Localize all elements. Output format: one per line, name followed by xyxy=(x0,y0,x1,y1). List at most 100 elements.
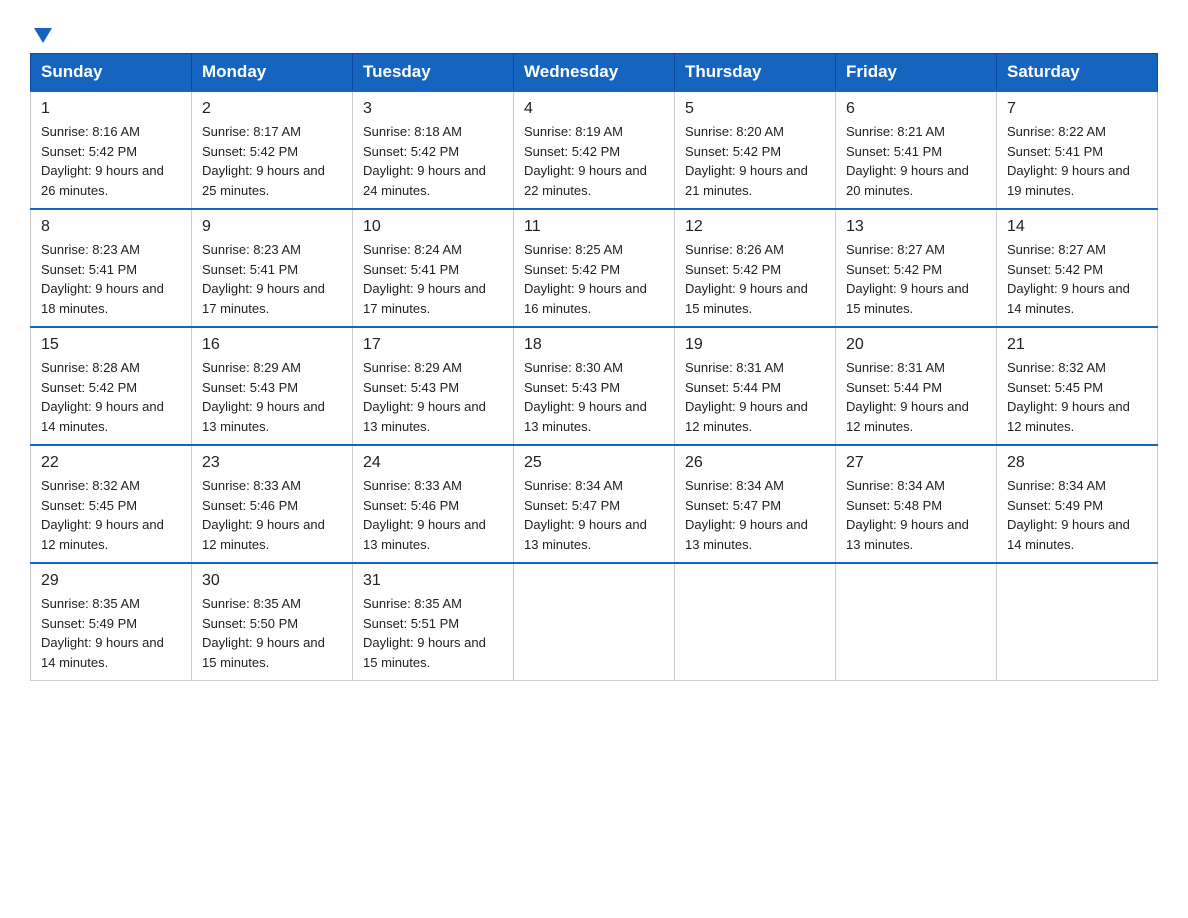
day-info: Sunrise: 8:34 AMSunset: 5:48 PMDaylight:… xyxy=(846,478,969,552)
weekday-header-friday: Friday xyxy=(836,54,997,92)
day-number: 4 xyxy=(524,100,664,118)
day-info: Sunrise: 8:35 AMSunset: 5:51 PMDaylight:… xyxy=(363,596,486,670)
day-number: 30 xyxy=(202,572,342,590)
day-number: 24 xyxy=(363,454,503,472)
weekday-header-tuesday: Tuesday xyxy=(353,54,514,92)
day-number: 29 xyxy=(41,572,181,590)
calendar-day-cell: 11 Sunrise: 8:25 AMSunset: 5:42 PMDaylig… xyxy=(514,209,675,327)
logo-triangle-icon xyxy=(34,28,52,43)
calendar-day-cell: 9 Sunrise: 8:23 AMSunset: 5:41 PMDayligh… xyxy=(192,209,353,327)
calendar-empty-cell xyxy=(675,563,836,681)
calendar-day-cell: 17 Sunrise: 8:29 AMSunset: 5:43 PMDaylig… xyxy=(353,327,514,445)
weekday-header-thursday: Thursday xyxy=(675,54,836,92)
day-number: 10 xyxy=(363,218,503,236)
day-info: Sunrise: 8:20 AMSunset: 5:42 PMDaylight:… xyxy=(685,124,808,198)
day-info: Sunrise: 8:21 AMSunset: 5:41 PMDaylight:… xyxy=(846,124,969,198)
calendar-week-row: 1 Sunrise: 8:16 AMSunset: 5:42 PMDayligh… xyxy=(31,91,1158,209)
calendar-week-row: 29 Sunrise: 8:35 AMSunset: 5:49 PMDaylig… xyxy=(31,563,1158,681)
calendar-day-cell: 13 Sunrise: 8:27 AMSunset: 5:42 PMDaylig… xyxy=(836,209,997,327)
day-info: Sunrise: 8:29 AMSunset: 5:43 PMDaylight:… xyxy=(202,360,325,434)
calendar-day-cell: 18 Sunrise: 8:30 AMSunset: 5:43 PMDaylig… xyxy=(514,327,675,445)
day-number: 9 xyxy=(202,218,342,236)
calendar-day-cell: 21 Sunrise: 8:32 AMSunset: 5:45 PMDaylig… xyxy=(997,327,1158,445)
day-number: 13 xyxy=(846,218,986,236)
day-info: Sunrise: 8:33 AMSunset: 5:46 PMDaylight:… xyxy=(202,478,325,552)
day-number: 23 xyxy=(202,454,342,472)
weekday-header-wednesday: Wednesday xyxy=(514,54,675,92)
day-info: Sunrise: 8:17 AMSunset: 5:42 PMDaylight:… xyxy=(202,124,325,198)
day-info: Sunrise: 8:29 AMSunset: 5:43 PMDaylight:… xyxy=(363,360,486,434)
calendar-day-cell: 29 Sunrise: 8:35 AMSunset: 5:49 PMDaylig… xyxy=(31,563,192,681)
calendar-day-cell: 31 Sunrise: 8:35 AMSunset: 5:51 PMDaylig… xyxy=(353,563,514,681)
day-number: 17 xyxy=(363,336,503,354)
day-info: Sunrise: 8:35 AMSunset: 5:50 PMDaylight:… xyxy=(202,596,325,670)
day-number: 5 xyxy=(685,100,825,118)
day-info: Sunrise: 8:35 AMSunset: 5:49 PMDaylight:… xyxy=(41,596,164,670)
calendar-day-cell: 4 Sunrise: 8:19 AMSunset: 5:42 PMDayligh… xyxy=(514,91,675,209)
day-number: 1 xyxy=(41,100,181,118)
weekday-header-monday: Monday xyxy=(192,54,353,92)
calendar-day-cell: 7 Sunrise: 8:22 AMSunset: 5:41 PMDayligh… xyxy=(997,91,1158,209)
calendar-day-cell: 16 Sunrise: 8:29 AMSunset: 5:43 PMDaylig… xyxy=(192,327,353,445)
calendar-week-row: 22 Sunrise: 8:32 AMSunset: 5:45 PMDaylig… xyxy=(31,445,1158,563)
day-info: Sunrise: 8:33 AMSunset: 5:46 PMDaylight:… xyxy=(363,478,486,552)
day-info: Sunrise: 8:27 AMSunset: 5:42 PMDaylight:… xyxy=(1007,242,1130,316)
page-header xyxy=(30,20,1158,43)
day-number: 11 xyxy=(524,218,664,236)
calendar-day-cell: 19 Sunrise: 8:31 AMSunset: 5:44 PMDaylig… xyxy=(675,327,836,445)
day-info: Sunrise: 8:16 AMSunset: 5:42 PMDaylight:… xyxy=(41,124,164,198)
calendar-day-cell: 10 Sunrise: 8:24 AMSunset: 5:41 PMDaylig… xyxy=(353,209,514,327)
day-number: 15 xyxy=(41,336,181,354)
calendar-day-cell: 22 Sunrise: 8:32 AMSunset: 5:45 PMDaylig… xyxy=(31,445,192,563)
calendar-day-cell: 25 Sunrise: 8:34 AMSunset: 5:47 PMDaylig… xyxy=(514,445,675,563)
day-number: 26 xyxy=(685,454,825,472)
calendar-day-cell: 12 Sunrise: 8:26 AMSunset: 5:42 PMDaylig… xyxy=(675,209,836,327)
calendar-empty-cell xyxy=(836,563,997,681)
day-info: Sunrise: 8:34 AMSunset: 5:47 PMDaylight:… xyxy=(685,478,808,552)
calendar-day-cell: 27 Sunrise: 8:34 AMSunset: 5:48 PMDaylig… xyxy=(836,445,997,563)
day-number: 8 xyxy=(41,218,181,236)
logo xyxy=(30,20,52,43)
day-number: 31 xyxy=(363,572,503,590)
calendar-day-cell: 24 Sunrise: 8:33 AMSunset: 5:46 PMDaylig… xyxy=(353,445,514,563)
weekday-header-saturday: Saturday xyxy=(997,54,1158,92)
calendar-week-row: 8 Sunrise: 8:23 AMSunset: 5:41 PMDayligh… xyxy=(31,209,1158,327)
day-number: 22 xyxy=(41,454,181,472)
day-info: Sunrise: 8:23 AMSunset: 5:41 PMDaylight:… xyxy=(41,242,164,316)
calendar-day-cell: 3 Sunrise: 8:18 AMSunset: 5:42 PMDayligh… xyxy=(353,91,514,209)
calendar-day-cell: 5 Sunrise: 8:20 AMSunset: 5:42 PMDayligh… xyxy=(675,91,836,209)
day-number: 16 xyxy=(202,336,342,354)
day-info: Sunrise: 8:28 AMSunset: 5:42 PMDaylight:… xyxy=(41,360,164,434)
calendar-day-cell: 2 Sunrise: 8:17 AMSunset: 5:42 PMDayligh… xyxy=(192,91,353,209)
day-info: Sunrise: 8:22 AMSunset: 5:41 PMDaylight:… xyxy=(1007,124,1130,198)
day-info: Sunrise: 8:24 AMSunset: 5:41 PMDaylight:… xyxy=(363,242,486,316)
day-info: Sunrise: 8:19 AMSunset: 5:42 PMDaylight:… xyxy=(524,124,647,198)
day-number: 7 xyxy=(1007,100,1147,118)
day-info: Sunrise: 8:23 AMSunset: 5:41 PMDaylight:… xyxy=(202,242,325,316)
calendar-table: SundayMondayTuesdayWednesdayThursdayFrid… xyxy=(30,53,1158,681)
calendar-day-cell: 1 Sunrise: 8:16 AMSunset: 5:42 PMDayligh… xyxy=(31,91,192,209)
day-number: 2 xyxy=(202,100,342,118)
calendar-week-row: 15 Sunrise: 8:28 AMSunset: 5:42 PMDaylig… xyxy=(31,327,1158,445)
weekday-header-row: SundayMondayTuesdayWednesdayThursdayFrid… xyxy=(31,54,1158,92)
calendar-day-cell: 8 Sunrise: 8:23 AMSunset: 5:41 PMDayligh… xyxy=(31,209,192,327)
day-number: 21 xyxy=(1007,336,1147,354)
day-number: 19 xyxy=(685,336,825,354)
day-info: Sunrise: 8:34 AMSunset: 5:49 PMDaylight:… xyxy=(1007,478,1130,552)
day-number: 14 xyxy=(1007,218,1147,236)
day-number: 18 xyxy=(524,336,664,354)
calendar-empty-cell xyxy=(997,563,1158,681)
calendar-day-cell: 6 Sunrise: 8:21 AMSunset: 5:41 PMDayligh… xyxy=(836,91,997,209)
day-number: 3 xyxy=(363,100,503,118)
calendar-day-cell: 26 Sunrise: 8:34 AMSunset: 5:47 PMDaylig… xyxy=(675,445,836,563)
day-info: Sunrise: 8:27 AMSunset: 5:42 PMDaylight:… xyxy=(846,242,969,316)
day-number: 25 xyxy=(524,454,664,472)
day-number: 27 xyxy=(846,454,986,472)
day-info: Sunrise: 8:34 AMSunset: 5:47 PMDaylight:… xyxy=(524,478,647,552)
calendar-day-cell: 14 Sunrise: 8:27 AMSunset: 5:42 PMDaylig… xyxy=(997,209,1158,327)
day-number: 20 xyxy=(846,336,986,354)
day-info: Sunrise: 8:25 AMSunset: 5:42 PMDaylight:… xyxy=(524,242,647,316)
day-info: Sunrise: 8:32 AMSunset: 5:45 PMDaylight:… xyxy=(41,478,164,552)
day-info: Sunrise: 8:26 AMSunset: 5:42 PMDaylight:… xyxy=(685,242,808,316)
weekday-header-sunday: Sunday xyxy=(31,54,192,92)
